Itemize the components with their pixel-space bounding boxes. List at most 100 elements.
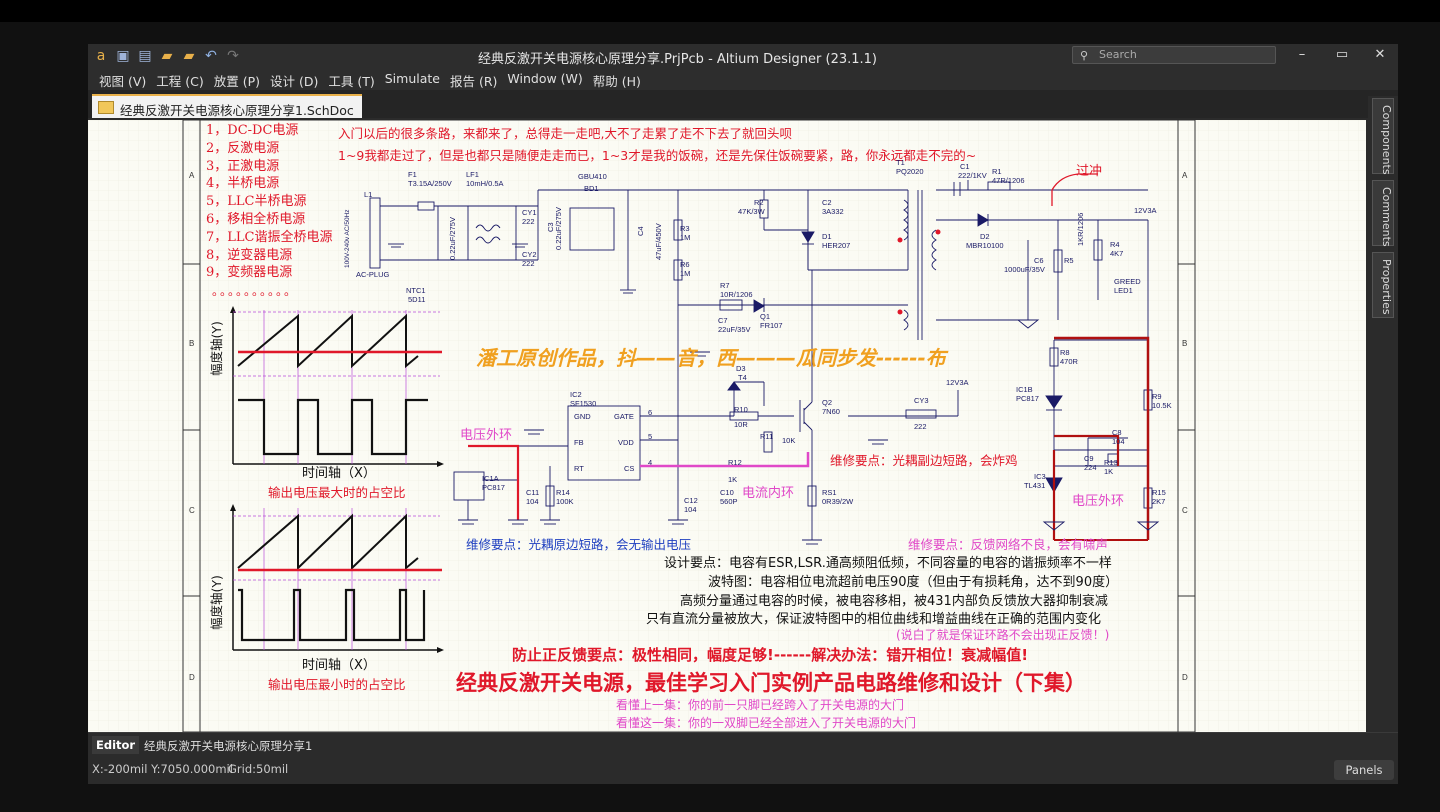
chart1-x-axis-label: 时间轴（X） xyxy=(302,466,376,481)
part-c4: C4 xyxy=(636,226,645,236)
watermark-text: 潘工原创作品，抖——音，西———瓜同步发------布 xyxy=(476,346,946,370)
part-cy3-value: 222 xyxy=(914,422,927,431)
part-r12: R12 xyxy=(728,458,742,467)
schematic-doc-icon xyxy=(98,101,114,114)
row-label-a-right: A xyxy=(1182,171,1188,180)
window-title: 经典反激开关电源核心原理分享.PrjPcb - Altium Designer … xyxy=(478,52,877,67)
row-label-a: A xyxy=(189,171,195,180)
schematic-canvas[interactable]: A B C D A B C D 1，DC-DC电源 2，反激电源 3，正激电源 … xyxy=(88,120,1366,732)
part-r3-value: 1M xyxy=(680,233,691,242)
menu-window[interactable]: Window (W) xyxy=(502,68,587,90)
open-folder-icon[interactable]: ▰ xyxy=(158,47,176,65)
episode-this-note: 看懂这一集：你的一双脚已经全部进入了开关电源的大门 xyxy=(616,716,917,730)
part-d3-value: T4 xyxy=(738,373,747,382)
design-note-1: 设计要点：电容有ESR,LSR.通高频阻低频，不同容量的电容的谐振频率不一样 xyxy=(664,556,1112,571)
grid-size: Grid:50mil xyxy=(228,762,289,776)
pin-4: 4 xyxy=(648,458,653,467)
menu-bar: 视图 (V) 工程 (C) 放置 (P) 设计 (D) 工具 (T) Simul… xyxy=(88,68,1398,90)
comments-tab[interactable]: Comments xyxy=(1372,180,1394,247)
app-logo-icon[interactable]: a xyxy=(92,47,110,65)
part-c8-value: 104 xyxy=(1112,437,1125,446)
part-t1-value: PQ2020 xyxy=(896,167,924,176)
part-q1: Q1 xyxy=(760,312,771,321)
pin-5: 5 xyxy=(648,432,653,441)
cursor-coordinates: X:-200mil Y:7050.000mil xyxy=(92,762,233,776)
editor-tab-bar: Editor 经典反激开关电源核心原理分享1 xyxy=(88,732,1398,756)
part-rs1-value: 0R39/2W xyxy=(822,497,854,506)
chart2-x-axis-label: 时间轴（X） xyxy=(302,658,376,673)
document-tab[interactable]: 经典反激开关电源核心原理分享1.SchDoc xyxy=(92,94,362,118)
editor-document-tab[interactable]: 经典反激开关电源核心原理分享1 xyxy=(144,738,312,754)
polarity-dot-aux xyxy=(897,309,903,315)
part-r8-value: 470R xyxy=(1060,357,1078,366)
pin-6: 6 xyxy=(648,408,653,417)
part-ic3-value: TL431 xyxy=(1024,481,1046,490)
part-rs1: RS1 xyxy=(822,488,837,497)
properties-tab[interactable]: Properties xyxy=(1372,252,1394,318)
menu-help[interactable]: 帮助 (H) xyxy=(588,68,646,90)
part-c9: C9 xyxy=(1084,454,1094,463)
part-r5-value: 1KR/1206 xyxy=(1076,212,1085,246)
save-icon[interactable]: ▣ xyxy=(114,47,132,65)
row-label-b: B xyxy=(189,339,194,348)
menu-tools[interactable]: 工具 (T) xyxy=(323,68,379,90)
row-label-c-right: C xyxy=(1182,506,1188,515)
menu-simulate[interactable]: Simulate xyxy=(380,68,445,90)
part-r14: R14 xyxy=(556,488,570,497)
menu-place[interactable]: 放置 (P) xyxy=(209,68,265,90)
part-r10: R10 xyxy=(734,405,748,414)
minimize-button[interactable]: – xyxy=(1290,47,1314,62)
document-tab-label: 经典反激开关电源核心原理分享1.SchDoc xyxy=(120,103,354,118)
part-q1-value: FR107 xyxy=(760,321,783,330)
pin-cs: CS xyxy=(624,464,635,473)
output-label: 12V3A xyxy=(1134,206,1157,215)
chart2-y-axis-label: 幅度轴(Y) xyxy=(209,575,224,630)
status-bar: X:-200mil Y:7050.000mil Grid:50mil Panel… xyxy=(88,756,1398,784)
dot-row: 。。。。。。。。。。 xyxy=(212,284,299,298)
redo-icon[interactable]: ↷ xyxy=(224,47,242,65)
headline-2: 1~9我都走过了，但是也都只是随便走走而已，1~3才是我的饭碗，还是先保住饭碗要… xyxy=(338,148,977,163)
repair-note-3: 维修要点：反馈网络不良，会有啸声 xyxy=(908,537,1109,552)
menu-design[interactable]: 设计 (D) xyxy=(265,68,323,90)
part-cy3: CY3 xyxy=(914,396,929,405)
pin-rt: RT xyxy=(574,464,584,473)
part-lf1-value: 10mH/0.5A xyxy=(466,179,504,188)
menu-project[interactable]: 工程 (C) xyxy=(151,68,208,90)
open-project-icon[interactable]: ▰ xyxy=(180,47,198,65)
design-note-3: 高频分量通过电容的时候，被电容移相，被431内部负反馈放大器抑制衰减 xyxy=(680,594,1108,609)
chart1-caption: 输出电压最大时的占空比 xyxy=(268,485,406,500)
search-icon: ⚲ xyxy=(1080,49,1089,62)
part-r12-value: 1K xyxy=(728,475,738,484)
part-l1-value: 100V-240v AC/50Hz xyxy=(344,209,351,268)
menu-reports[interactable]: 报告 (R) xyxy=(445,68,502,90)
design-note-2: 波特图：电容相位电流超前电压90度（但由于有损耗角，达不到90度） xyxy=(708,575,1119,590)
part-q2-value: 7N60 xyxy=(822,407,840,416)
close-button[interactable]: ✕ xyxy=(1368,47,1392,62)
list-item: 9，变频器电源 xyxy=(206,265,293,281)
part-d1: D1 xyxy=(822,232,832,241)
menu-view[interactable]: 视图 (V) xyxy=(94,68,151,90)
maximize-button[interactable]: ▭ xyxy=(1330,47,1354,62)
part-ic3: IC3 xyxy=(1034,472,1046,481)
components-tab[interactable]: Components xyxy=(1372,98,1394,175)
right-side-panel: Components Comments Properties xyxy=(1368,96,1398,732)
part-d2-value: MBR10100 xyxy=(966,241,1004,250)
list-item: 2，反激电源 xyxy=(206,140,280,156)
part-c8: C8 xyxy=(1112,428,1122,437)
row-label-b-right: B xyxy=(1182,339,1187,348)
editor-tab[interactable]: Editor xyxy=(92,736,140,754)
search-box[interactable]: ⚲ Search xyxy=(1072,46,1276,64)
part-r13: R13 xyxy=(1104,458,1118,467)
current-loop-label: 电流内环 xyxy=(742,486,795,501)
part-c12-value: 104 xyxy=(684,505,697,514)
undo-icon[interactable]: ↶ xyxy=(202,47,220,65)
row-label-d-right: D xyxy=(1182,673,1188,682)
save-all-icon[interactable]: ▤ xyxy=(136,47,154,65)
panels-button[interactable]: Panels xyxy=(1334,760,1394,780)
part-c2-value: 3A332 xyxy=(822,207,844,216)
output-label-2: 12V3A xyxy=(946,378,969,387)
part-r6: R6 xyxy=(680,260,690,269)
repair-note-2: 维修要点：光耦原边短路，会无输出电压 xyxy=(466,537,692,552)
os-top-bar xyxy=(0,0,1440,22)
part-c1: C1 xyxy=(960,162,970,171)
